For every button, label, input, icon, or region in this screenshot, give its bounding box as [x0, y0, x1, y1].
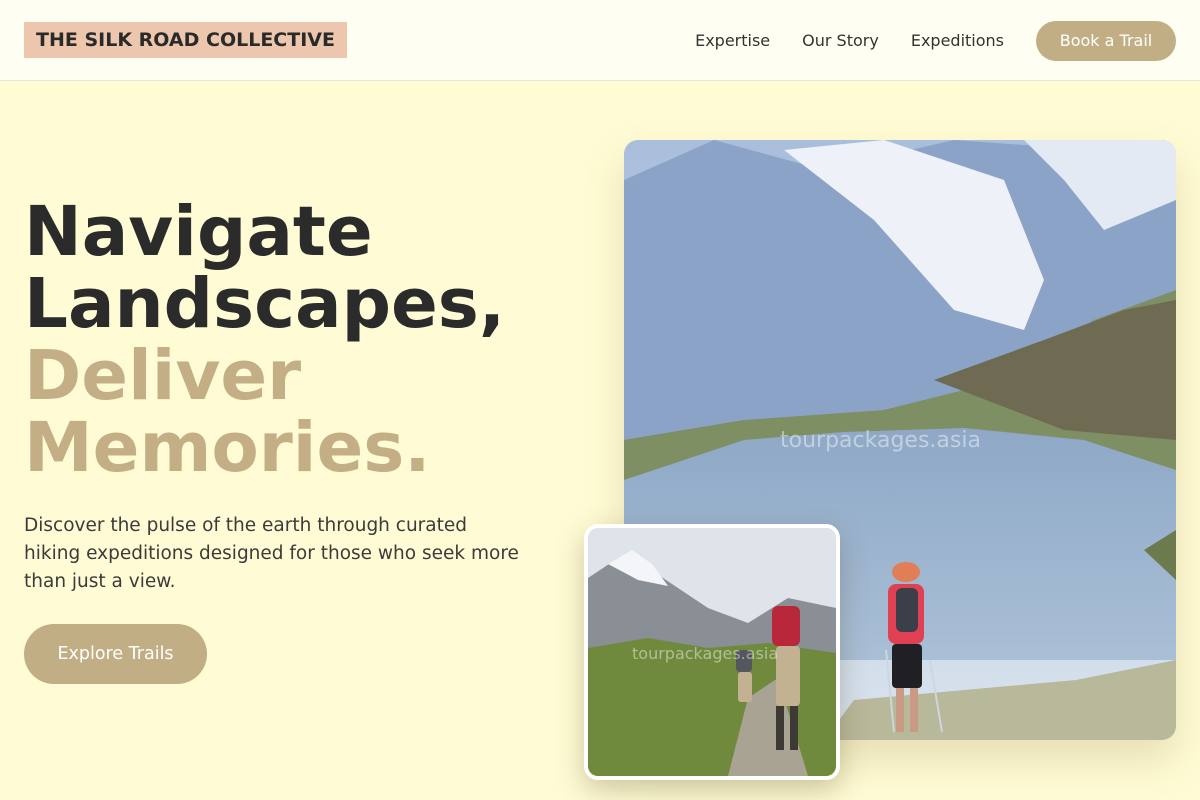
image-watermark: tourpackages.asia	[780, 428, 981, 453]
headline-line-2: Landscapes,	[24, 264, 506, 344]
book-trail-button[interactable]: Book a Trail	[1036, 20, 1176, 61]
main-nav: Expertise Our Story Expeditions Book a T…	[695, 0, 1176, 81]
explore-trails-button[interactable]: Explore Trails	[24, 624, 207, 684]
headline-accent-line-1: Deliver	[24, 336, 302, 416]
hero-subtitle: Discover the pulse of the earth through …	[24, 515, 519, 592]
top-navbar: THE SILK ROAD COLLECTIVE Expertise Our S…	[0, 0, 1200, 81]
nav-link-our-story[interactable]: Our Story	[802, 31, 879, 50]
hero-headline: Navigate Landscapes, Deliver Memories.	[24, 196, 584, 484]
nav-link-expertise[interactable]: Expertise	[695, 31, 770, 50]
headline-line-1: Navigate	[24, 192, 373, 272]
hero-section: Navigate Landscapes, Deliver Memories. D…	[24, 196, 584, 596]
nav-link-expeditions[interactable]: Expeditions	[911, 31, 1004, 50]
inset-image-hikers: tourpackages.asia	[584, 524, 840, 780]
headline-accent-line-2: Memories.	[24, 408, 431, 488]
image-watermark-inset: tourpackages.asia	[632, 644, 779, 663]
brand-logo[interactable]: THE SILK ROAD COLLECTIVE	[24, 22, 347, 58]
